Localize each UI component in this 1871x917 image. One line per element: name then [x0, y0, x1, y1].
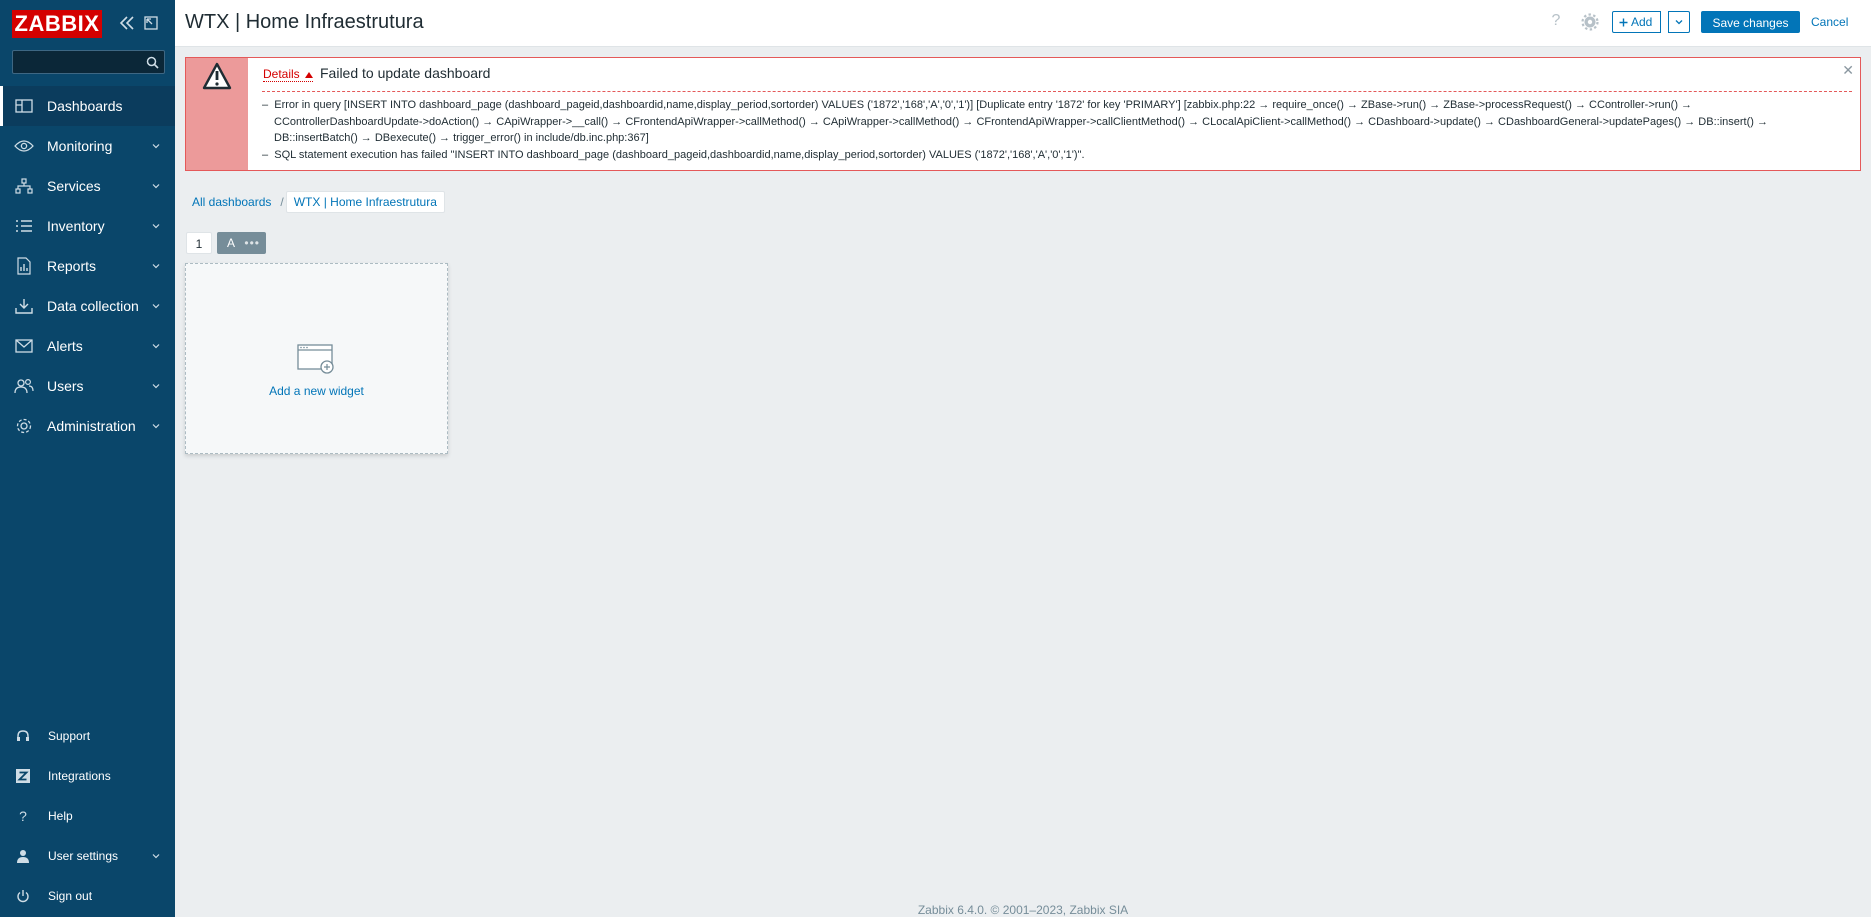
- divider: [262, 91, 1852, 92]
- error-title: Failed to update dashboard: [320, 65, 491, 81]
- menu-label: Help: [48, 809, 73, 823]
- add-widget-link[interactable]: Add a new widget: [186, 384, 447, 398]
- download-icon: [14, 296, 34, 316]
- services-icon: [14, 176, 34, 196]
- menu-label: Users: [47, 378, 84, 394]
- footer: Zabbix 6.4.0. © 2001–2023, Zabbix SIA: [917, 903, 1129, 917]
- arrow-up-icon: [305, 72, 314, 78]
- bottom-menu: Support Integrations ? Help User setting…: [0, 716, 175, 916]
- list-icon: [14, 216, 34, 236]
- power-icon: [14, 887, 32, 905]
- menu-item-inventory[interactable]: Inventory: [0, 206, 175, 246]
- menu-label: Data collection: [47, 298, 139, 314]
- add-dropdown-button[interactable]: [1668, 11, 1690, 33]
- help-icon[interactable]: ?: [1547, 12, 1565, 30]
- menu-item-monitoring[interactable]: Monitoring: [0, 126, 175, 166]
- menu-label: Dashboards: [47, 98, 123, 114]
- menu-label: Administration: [47, 418, 136, 434]
- dashboard-icon: [14, 96, 34, 116]
- question-icon: ?: [19, 808, 27, 824]
- error-detail-text: Error in query [INSERT INTO dashboard_pa…: [274, 99, 1768, 144]
- headset-icon: [14, 727, 32, 745]
- menu-label: User settings: [48, 849, 119, 863]
- chevron-down-icon: [152, 424, 160, 429]
- error-details: – Error in query [INSERT INTO dashboard_…: [262, 97, 1820, 163]
- save-changes-button[interactable]: Save changes: [1701, 11, 1800, 33]
- chevron-down-icon: [152, 304, 160, 309]
- add-button-label: Add: [1631, 15, 1653, 29]
- menu-item-reports[interactable]: Reports: [0, 246, 175, 286]
- error-message-box: Details Failed to update dashboard ✕ – E…: [185, 57, 1861, 171]
- chevron-down-icon: [152, 264, 160, 269]
- page-title: WTX | Home Infraestrutura: [185, 11, 424, 33]
- menu-label: Services: [47, 178, 101, 194]
- chevron-down-icon: [152, 384, 160, 389]
- search-input[interactable]: [13, 51, 145, 71]
- menu-item-integrations[interactable]: Integrations: [0, 756, 175, 796]
- chevron-down-icon: [152, 184, 160, 189]
- cancel-link[interactable]: Cancel: [1811, 15, 1848, 29]
- chevron-down-icon: [152, 344, 160, 349]
- menu-label: Inventory: [47, 218, 105, 234]
- details-label: Details: [263, 67, 300, 81]
- user-icon: [14, 847, 32, 865]
- chevron-down-icon: [152, 144, 160, 149]
- chevron-down-icon: [1675, 20, 1683, 25]
- chevron-down-icon: [152, 224, 160, 229]
- error-detail-line: – Error in query [INSERT INTO dashboard_…: [262, 99, 1768, 144]
- menu-item-users[interactable]: Users: [0, 366, 175, 406]
- close-icon[interactable]: ✕: [1842, 62, 1854, 79]
- chevron-down-icon: [152, 854, 160, 859]
- menu-label: Alerts: [47, 338, 83, 354]
- menu-label: Reports: [47, 258, 97, 274]
- menu-item-help[interactable]: ? Help: [0, 796, 175, 836]
- menu-item-alerts[interactable]: Alerts: [0, 326, 175, 366]
- collapse-sidebar-icon[interactable]: [116, 12, 138, 34]
- sidebar: ZABBIX Dashboards Monitoring Services In…: [0, 0, 175, 917]
- details-toggle[interactable]: Details: [263, 67, 314, 82]
- menu-item-services[interactable]: Services: [0, 166, 175, 206]
- warning-icon: [202, 62, 232, 90]
- menu-item-data-collection[interactable]: Data collection: [0, 286, 175, 326]
- kiosk-mode-icon[interactable]: [140, 12, 162, 34]
- menu-label: Integrations: [48, 769, 111, 783]
- menu-item-dashboards[interactable]: Dashboards: [0, 86, 175, 126]
- dashboard-properties-gear-icon[interactable]: [1581, 13, 1599, 31]
- menu-label: Monitoring: [47, 138, 113, 154]
- add-button[interactable]: Add: [1612, 11, 1662, 33]
- add-widget-placeholder[interactable]: Add a new widget: [185, 263, 448, 454]
- breadcrumb-current-dashboard[interactable]: WTX | Home Infraestrutura: [285, 191, 445, 213]
- zabbix-z-icon: [14, 767, 32, 785]
- gear-icon: [14, 416, 34, 436]
- menu-item-administration[interactable]: Administration: [0, 406, 175, 446]
- breadcrumb-separator: /: [280, 195, 284, 209]
- add-widget-icon: [297, 344, 334, 374]
- page-header: WTX | Home Infraestrutura ? Add Save cha…: [175, 0, 1871, 47]
- error-side-panel: [186, 58, 248, 170]
- error-detail-line: – SQL statement execution has failed "IN…: [262, 148, 1085, 161]
- menu-item-user-settings[interactable]: User settings: [0, 836, 175, 876]
- zabbix-logo[interactable]: ZABBIX: [12, 10, 102, 38]
- error-detail-text: SQL statement execution has failed "INSE…: [274, 148, 1085, 161]
- menu-label: Support: [48, 729, 91, 743]
- users-icon: [14, 376, 34, 396]
- search-icon[interactable]: [142, 52, 162, 72]
- breadcrumb: All dashboards / WTX | Home Infraestrutu…: [185, 191, 445, 213]
- envelope-icon: [14, 336, 34, 356]
- page-tab-label: A: [227, 236, 236, 250]
- plus-icon: [1619, 18, 1628, 26]
- more-options-icon[interactable]: •••: [244, 232, 260, 254]
- breadcrumb-all-dashboards[interactable]: All dashboards: [185, 192, 278, 212]
- menu-item-support[interactable]: Support: [0, 716, 175, 756]
- dashboard-page-tab-a[interactable]: A •••: [217, 232, 266, 254]
- menu-label: Sign out: [48, 889, 93, 903]
- report-icon: [14, 256, 34, 276]
- main-menu: Dashboards Monitoring Services Inventory: [0, 86, 175, 446]
- sidebar-search: [12, 50, 165, 74]
- dashboard-page-tab-1[interactable]: 1: [186, 232, 212, 254]
- eye-icon: [14, 136, 34, 156]
- menu-item-sign-out[interactable]: Sign out: [0, 876, 175, 916]
